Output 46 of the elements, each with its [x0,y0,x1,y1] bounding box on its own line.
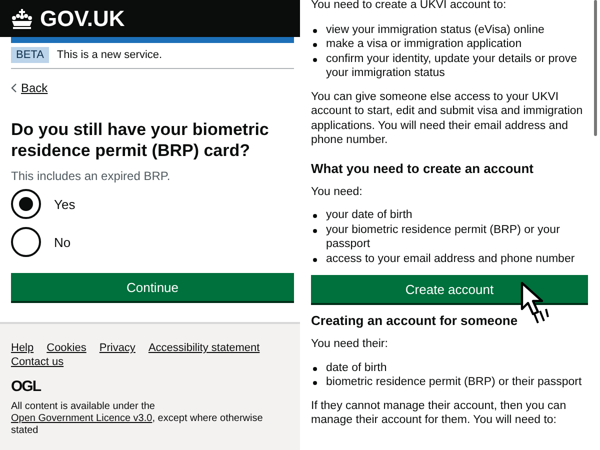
create-account-button[interactable]: Create account [311,275,588,303]
list-item: date of birth [326,360,387,375]
hint-text: This includes an expired BRP. [11,169,172,183]
back-link[interactable]: Back [21,81,48,95]
beta-tag: BETA [11,47,49,63]
bullet-icon [313,228,317,232]
bullet-icon [313,381,317,385]
crown-icon [10,8,34,28]
bullet-icon [313,58,317,62]
continue-button[interactable]: Continue [11,273,294,301]
radio-button[interactable] [11,189,41,219]
scrollbar[interactable] [594,0,597,136]
footer-link[interactable]: Help [11,342,34,354]
list-item: access to your email address and phone number [326,252,575,266]
paragraph: You need their: [311,337,389,352]
paragraph: You can give someone else access to your UKVI account to start, edit and submit visa and immigration applications. You will need their email address and phone number. [311,90,584,148]
bullet-icon [313,258,317,262]
list-item: your date of birth [326,208,412,222]
footer-link[interactable]: Contact us [11,356,64,368]
section-heading: What you need to create an account [311,160,534,176]
phase-banner-text: This is a new service. [56,49,162,61]
list-item: biometric residence permit (BRP) or their passport [326,375,582,390]
question-heading: Do you still have your biometric residence permit (BRP) card? [11,119,270,161]
list-item: view your immigration status (eVisa) online [326,22,544,37]
radio-label[interactable]: No [54,234,71,250]
intro-text: You need to create a UKVI account to: [311,0,508,12]
radio-label[interactable]: Yes [54,196,76,212]
section-heading: Creating an account for someone [311,313,518,329]
bullet-icon [313,28,317,32]
list-item: confirm your identity, update your details or prove your immigration status [326,52,578,80]
bullet-icon [313,214,317,218]
bullet-icon [313,43,317,47]
radio-button[interactable] [11,227,41,257]
licence-text: All content is available under the Open Government Licence v3.0, except where otherwise stated [11,401,264,437]
licence-link[interactable]: Open Government Licence v3.0 [11,413,152,424]
chevron-left-icon [11,83,17,93]
paragraph: If they cannot manage their account, then you can manage their account for them. You will need to: [311,398,568,428]
list-item: make a visa or immigration application [326,37,522,52]
footer-link[interactable]: Cookies [46,342,86,354]
hand-cursor-icon [520,281,550,325]
bullet-icon [313,366,317,370]
footer-link[interactable]: Accessibility statement [148,342,260,354]
paragraph: You need: [311,184,364,199]
ogl-logo: OGL [11,378,42,395]
footer-link[interactable]: Privacy [99,342,136,354]
site-logo[interactable]: GOV.UK [40,6,125,32]
